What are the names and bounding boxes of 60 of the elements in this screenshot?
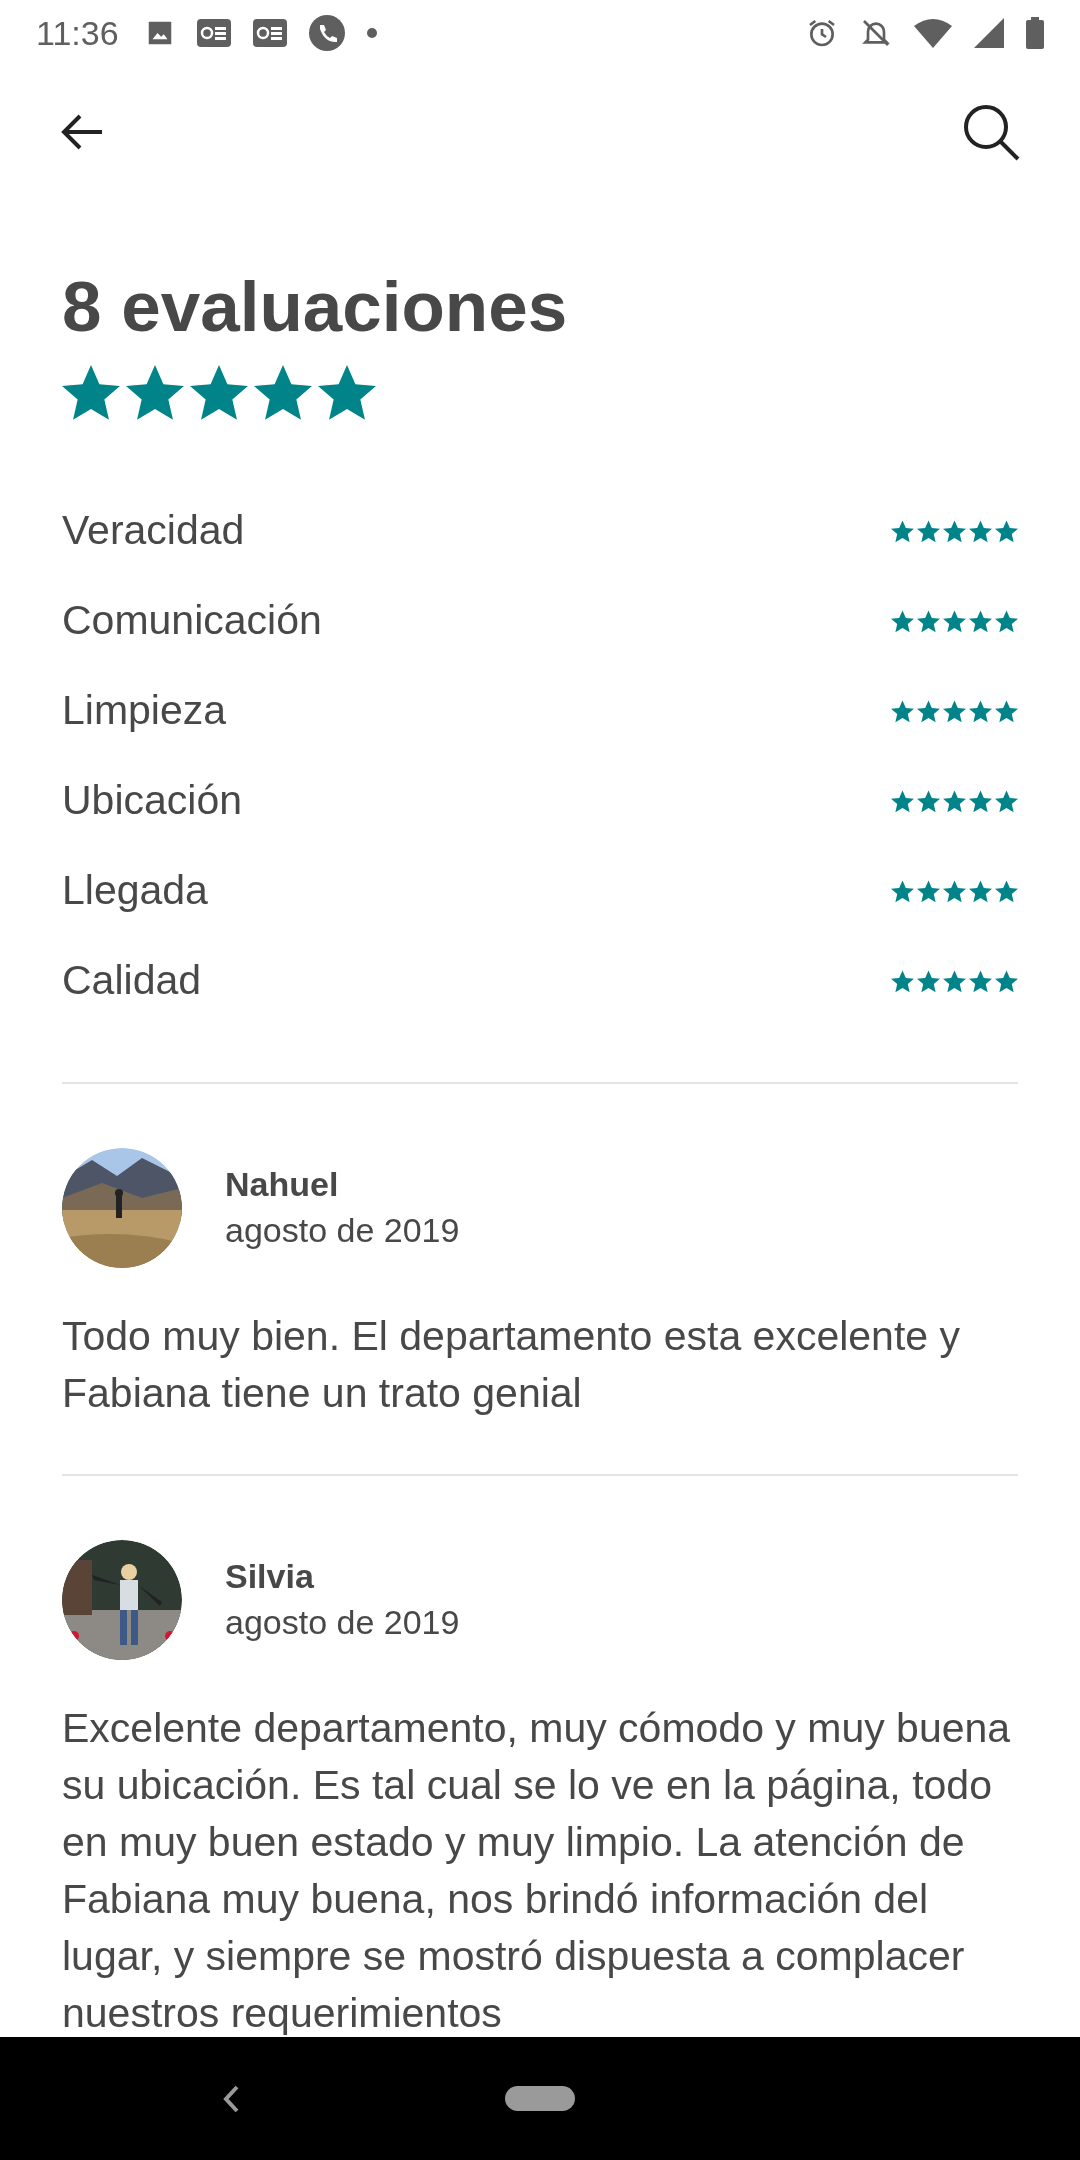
- star-icon: [995, 609, 1018, 633]
- star-icon: [995, 879, 1018, 903]
- dot-icon: [366, 28, 377, 38]
- category-label: Ubicación: [62, 776, 243, 826]
- star-icon: [917, 699, 940, 723]
- reviewer-name: Silvia: [225, 1556, 315, 1597]
- star-icon: [891, 969, 914, 993]
- phone-icon: [308, 15, 345, 51]
- star-icon: [995, 969, 1018, 993]
- star-icon: [917, 879, 940, 903]
- star-icon: [969, 699, 992, 723]
- star-icon: [62, 364, 120, 422]
- star-icon: [917, 789, 940, 813]
- star-icon: [943, 699, 966, 723]
- star-icon: [891, 519, 914, 543]
- star-icon: [126, 364, 184, 422]
- star-icon: [943, 789, 966, 813]
- home-handle[interactable]: [505, 2086, 575, 2111]
- category-label: Calidad: [62, 956, 202, 1006]
- nav-back-icon[interactable]: [222, 2083, 240, 2114]
- signal-icon: [974, 18, 1004, 48]
- news-icon: [196, 19, 231, 47]
- category-label: Veracidad: [62, 506, 245, 556]
- star-icon: [917, 519, 940, 543]
- battery-icon: [1026, 17, 1044, 49]
- star-icon: [190, 364, 248, 422]
- status-time: 11:36: [36, 12, 119, 54]
- star-icon: [943, 879, 966, 903]
- back-arrow-icon: [60, 112, 104, 152]
- star-icon: [995, 699, 1018, 723]
- star-icon: [891, 699, 914, 723]
- star-icon: [318, 364, 376, 422]
- search-icon: [962, 103, 1020, 161]
- category-label: Limpieza: [62, 686, 227, 736]
- star-icon: [254, 364, 312, 422]
- star-icon: [943, 969, 966, 993]
- review-date: agosto de 2019: [225, 1602, 460, 1643]
- star-icon: [969, 789, 992, 813]
- star-icon: [943, 519, 966, 543]
- category-label: Llegada: [62, 866, 208, 916]
- review-date: agosto de 2019: [225, 1210, 460, 1251]
- star-icon: [969, 519, 992, 543]
- star-icon: [891, 879, 914, 903]
- review-text: Todo muy bien. El departamento esta excelente y Fabiana tiene un trato genial: [62, 1312, 961, 1418]
- category-label: Comunicación: [62, 596, 322, 646]
- star-icon: [995, 519, 1018, 543]
- star-icon: [891, 789, 914, 813]
- star-icon: [995, 789, 1018, 813]
- wifi-icon: [914, 18, 952, 48]
- review-text: Excelente departamento, muy cómodo y muy buena su ubicación. Es tal cual se lo ve en la página, todo en muy buen estado y muy limpio. La atención de Fabiana muy buena, nos brindó información del lugar, y siempre se mostró dispuesta a complacer nuestros requerimientos: [62, 1704, 1012, 2037]
- star-icon: [943, 609, 966, 633]
- page-title: 8 evaluaciones: [62, 266, 569, 348]
- star-icon: [891, 609, 914, 633]
- star-icon: [969, 879, 992, 903]
- star-icon: [969, 609, 992, 633]
- news-icon: [252, 19, 287, 47]
- star-icon: [917, 969, 940, 993]
- star-icon: [917, 609, 940, 633]
- reviewer-name: Nahuel: [225, 1164, 340, 1205]
- star-icon: [969, 969, 992, 993]
